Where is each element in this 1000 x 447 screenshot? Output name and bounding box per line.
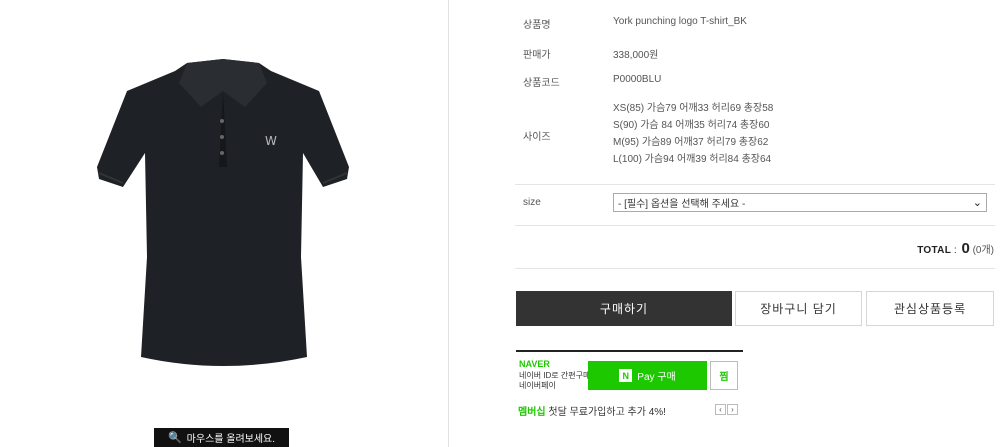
naver-n-icon: N (619, 369, 633, 382)
membership-promo[interactable]: 멤버십 첫달 무료가입하고 추가 4%! (518, 403, 666, 418)
product-price-value: 338,000원 (613, 50, 659, 61)
membership-text: 첫달 무료가입하고 추가 4%! (545, 407, 666, 418)
svg-text:W: W (265, 134, 277, 148)
size-option-select[interactable]: - [필수] 옵션을 선택해 주세요 - ⌄ (613, 193, 987, 212)
size-line: L(100) 가슴94 어깨39 허리84 총장64 (613, 154, 772, 165)
naver-pay-box: NAVER 네이버 ID로 간편구매 네이버페이 N Pay 구매 찜 (516, 350, 743, 395)
chevron-left-icon[interactable]: ‹ (715, 404, 726, 415)
size-line: XS(85) 가슴79 어깨33 허리69 총장58 (613, 103, 774, 114)
product-name-label: 상품명 (523, 20, 551, 31)
naver-pay-button[interactable]: N Pay 구매 (588, 361, 707, 390)
product-code-label: 상품코드 (523, 78, 560, 89)
total-separator: : (953, 245, 957, 256)
naver-pay-subtext: 네이버 ID로 간편구매 네이버페이 (519, 371, 590, 391)
size-option-selected: - [필수] 옵션을 선택해 주세요 - (618, 199, 746, 210)
section-divider (515, 225, 995, 226)
chevron-down-icon: ⌄ (972, 197, 982, 209)
section-divider (515, 268, 995, 269)
magnifier-icon: 🔍 (167, 432, 182, 444)
product-code-value: P0000BLU (613, 74, 662, 85)
product-name-value: York punching logo T-shirt_BK (613, 16, 747, 27)
size-line: M(95) 가슴89 어깨37 허리79 총장62 (613, 137, 769, 148)
product-size-list: XS(85) 가슴79 어깨33 허리69 총장58 S(90) 가슴 84 어… (613, 100, 773, 168)
product-size-label: 사이즈 (523, 132, 551, 143)
total-label: TOTAL (917, 245, 952, 256)
membership-highlight: 멤버십 (518, 407, 546, 418)
add-to-cart-button[interactable]: 장바구니 담기 (735, 291, 862, 326)
naver-pay-label: Pay 구매 (637, 372, 676, 383)
naver-pay-sub-line: 네이버 ID로 간편구매 (519, 371, 591, 380)
naver-logo: NAVER (519, 359, 550, 369)
zoom-hint-bar[interactable]: 🔍 마우스를 올려보세요. (154, 428, 289, 447)
add-to-wishlist-button[interactable]: 관심상품등록 (866, 291, 994, 326)
total-value: 0 (961, 240, 970, 257)
column-divider (448, 0, 449, 447)
option-size-label: size (523, 197, 541, 208)
zoom-hint-label: 마우스를 올려보세요. (186, 434, 276, 445)
product-image-area: W 🔍 마우스를 올려보세요. (0, 0, 448, 447)
buy-now-button[interactable]: 구매하기 (516, 291, 732, 326)
chevron-right-icon[interactable]: › (727, 404, 738, 415)
naver-zzim-button[interactable]: 찜 (710, 361, 738, 390)
total-price: TOTAL : 0 (0개) (917, 240, 994, 257)
section-divider (515, 184, 995, 185)
naver-pay-sub-line: 네이버페이 (519, 381, 556, 390)
promo-nav: ‹ › (715, 404, 738, 415)
product-price-label: 판매가 (523, 50, 551, 61)
product-image-polo-shirt[interactable]: W (95, 57, 351, 369)
size-line: S(90) 가슴 84 어깨35 허리74 총장60 (613, 120, 770, 131)
total-count: (0개) (972, 245, 994, 256)
